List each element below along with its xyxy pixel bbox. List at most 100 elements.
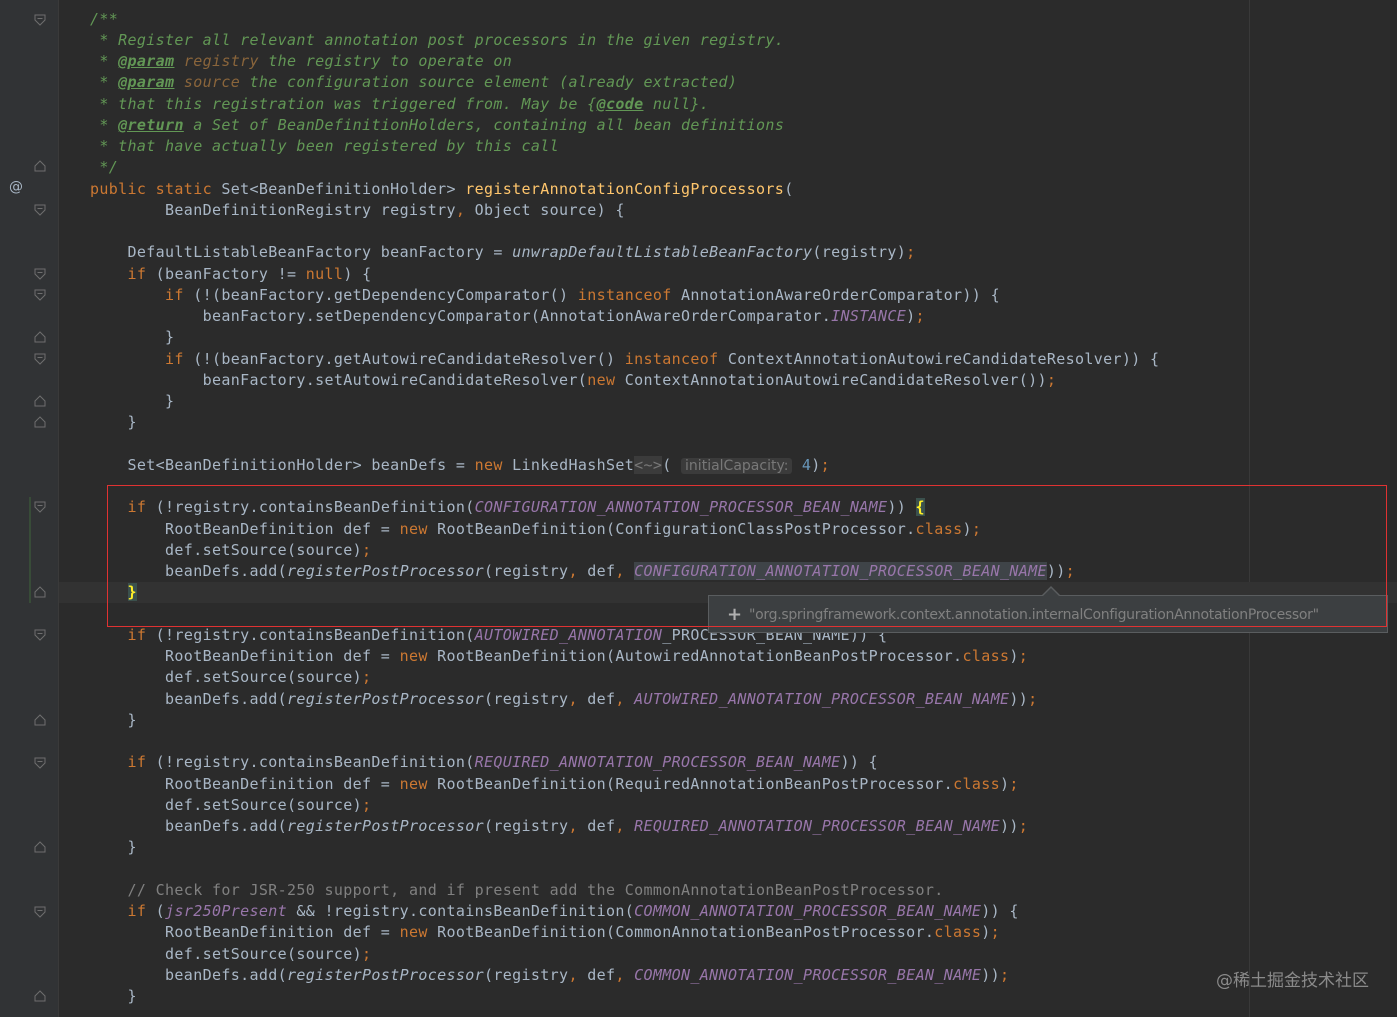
comma: , [568,966,578,984]
code-line[interactable]: Set<BeanDefinitionHolder> beanDefs = new… [90,455,830,476]
code-line[interactable]: beanDefs.add(registerPostProcessor(regis… [90,816,1028,837]
static-method-call[interactable]: unwrapDefaultListableBeanFactory [512,243,812,261]
fold-icon[interactable] [34,204,46,216]
fold-end-icon[interactable] [34,714,46,726]
fold-end-icon[interactable] [34,331,46,343]
tooltip-arrow-fill [1043,588,1059,596]
code-line[interactable]: } [90,582,137,603]
fold-end-icon[interactable] [34,395,46,407]
code-line[interactable]: beanFactory.setAutowireCandidateResolver… [90,370,1056,391]
code-text: )) [1009,690,1029,708]
code-line[interactable]: } [90,412,137,433]
vcs-change-marker[interactable] [29,497,31,603]
code-line[interactable]: } [90,837,137,858]
constant[interactable]: CONFIGURATION_ANNOTATION_PROCESSOR_BEAN_… [475,498,888,516]
diamond-operator[interactable]: <~> [634,456,663,474]
fold-icon[interactable] [34,629,46,641]
fold-end-icon[interactable] [34,586,46,598]
doc-comment: * [90,73,119,91]
code-line[interactable]: * @param source the configuration source… [90,72,737,93]
code-editor[interactable]: @ /** * Register all relevant annotation… [0,0,1397,1017]
code-line[interactable]: RootBeanDefinition def = new RootBeanDef… [90,922,1000,943]
constant[interactable]: AUTOWIRED_ANNOTATION [475,626,663,644]
fold-icon[interactable] [34,757,46,769]
static-method-call[interactable]: registerPostProcessor [287,562,484,580]
doc-tag[interactable]: @param [118,73,174,91]
code-line[interactable]: BeanDefinitionRegistry registry, Object … [90,200,625,221]
fold-icon[interactable] [34,14,46,26]
doc-tag[interactable]: @code [597,95,644,113]
code-line[interactable]: RootBeanDefinition def = new RootBeanDef… [90,774,1019,795]
code-line[interactable]: // Check for JSR-250 support, and if pre… [90,880,944,901]
override-at-icon[interactable]: @ [9,179,23,195]
code-line[interactable]: beanDefs.add(registerPostProcessor(regis… [90,689,1038,710]
code-text: (beanFactory != [146,265,306,283]
doc-tag[interactable]: @return [118,116,184,134]
code-line[interactable]: public static Set<BeanDefinitionHolder> … [90,179,794,200]
constant[interactable]: REQUIRED_ANNOTATION_PROCESSOR_BEAN_NAME [634,817,1000,835]
code-line[interactable]: } [90,986,137,1007]
code-line[interactable]: } [90,710,137,731]
code-line[interactable]: * that have actually been registered by … [90,136,559,157]
code-line[interactable]: beanFactory.setDependencyComparator(Anno… [90,306,925,327]
doc-param-name: source [174,73,241,91]
constant[interactable]: jsr250Present [165,902,287,920]
constant[interactable]: AUTOWIRED_ANNOTATION_PROCESSOR_BEAN_NAME [634,690,1009,708]
code-line[interactable]: if (!(beanFactory.getDependencyComparato… [90,285,1000,306]
code-text: beanDefs.add( [90,562,287,580]
code-text: )) [1046,562,1066,580]
comma: , [615,966,625,984]
code-line[interactable]: def.setSource(source); [90,795,371,816]
code-line[interactable]: RootBeanDefinition def = new RootBeanDef… [90,646,1028,667]
fold-end-icon[interactable] [34,990,46,1002]
constant[interactable]: REQUIRED_ANNOTATION_PROCESSOR_BEAN_NAME [475,753,841,771]
code-line[interactable]: * Register all relevant annotation post … [90,30,784,51]
fold-end-icon[interactable] [34,841,46,853]
constant[interactable]: COMMON_ANNOTATION_PROCESSOR_BEAN_NAME [634,966,981,984]
code-line[interactable]: } [90,327,174,348]
expand-plus-icon[interactable]: + [727,596,742,632]
code-line[interactable]: * @param registry the registry to operat… [90,51,512,72]
static-method-call[interactable]: registerPostProcessor [287,817,484,835]
code-line[interactable]: def.setSource(source); [90,540,371,561]
code-line[interactable]: DefaultListableBeanFactory beanFactory =… [90,242,916,263]
constant-value-tooltip[interactable]: + "org.springframework.context.annotatio… [708,595,1388,633]
fold-icon[interactable] [34,353,46,365]
code-line[interactable]: beanDefs.add(registerPostProcessor(regis… [90,561,1075,582]
code-text: } [90,413,137,431]
code-line[interactable]: def.setSource(source); [90,667,371,688]
code-text: } [90,838,137,856]
code-line[interactable]: if (!(beanFactory.getAutowireCandidateRe… [90,349,1159,370]
code-line[interactable]: * that this registration was triggered f… [90,94,709,115]
fold-icon[interactable] [34,501,46,513]
fold-icon[interactable] [34,268,46,280]
code-line[interactable]: if (beanFactory != null) { [90,264,372,285]
doc-param-name: registry [174,52,259,70]
fold-icon[interactable] [34,289,46,301]
keyword: new [399,647,428,665]
code-line[interactable]: if (!registry.containsBeanDefinition(CON… [90,497,925,518]
constant-under-cursor[interactable]: CONFIGURATION_ANNOTATION_PROCESSOR_BEAN_… [634,562,1047,580]
fold-end-icon[interactable] [34,160,46,172]
line-comment: // Check for JSR-250 support, and if pre… [90,881,944,899]
keyword: class [915,520,963,538]
static-method-call[interactable]: registerPostProcessor [287,966,484,984]
code-text: ) [981,923,991,941]
constant[interactable]: INSTANCE [831,307,906,325]
static-method-call[interactable]: registerPostProcessor [287,690,484,708]
doc-tag[interactable]: @param [118,52,174,70]
constant[interactable]: COMMON_ANNOTATION_PROCESSOR_BEAN_NAME [634,902,981,920]
code-line[interactable]: */ [90,157,118,178]
code-line[interactable]: if (!registry.containsBeanDefinition(REQ… [90,752,878,773]
code-line[interactable]: /** [90,9,118,30]
code-line[interactable]: def.setSource(source); [90,944,371,965]
code-line[interactable]: * @return a Set of BeanDefinitionHolders… [90,115,784,136]
code-line[interactable]: RootBeanDefinition def = new RootBeanDef… [90,519,981,540]
code-line[interactable]: beanDefs.add(registerPostProcessor(regis… [90,965,1009,986]
code-line[interactable]: if (jsr250Present && !registry.containsB… [90,901,1019,922]
code-line[interactable]: } [90,391,174,412]
method-name[interactable]: registerAnnotationConfigProcessors [465,180,784,198]
comma: , [615,690,625,708]
fold-end-icon[interactable] [34,416,46,428]
fold-icon[interactable] [34,906,46,918]
